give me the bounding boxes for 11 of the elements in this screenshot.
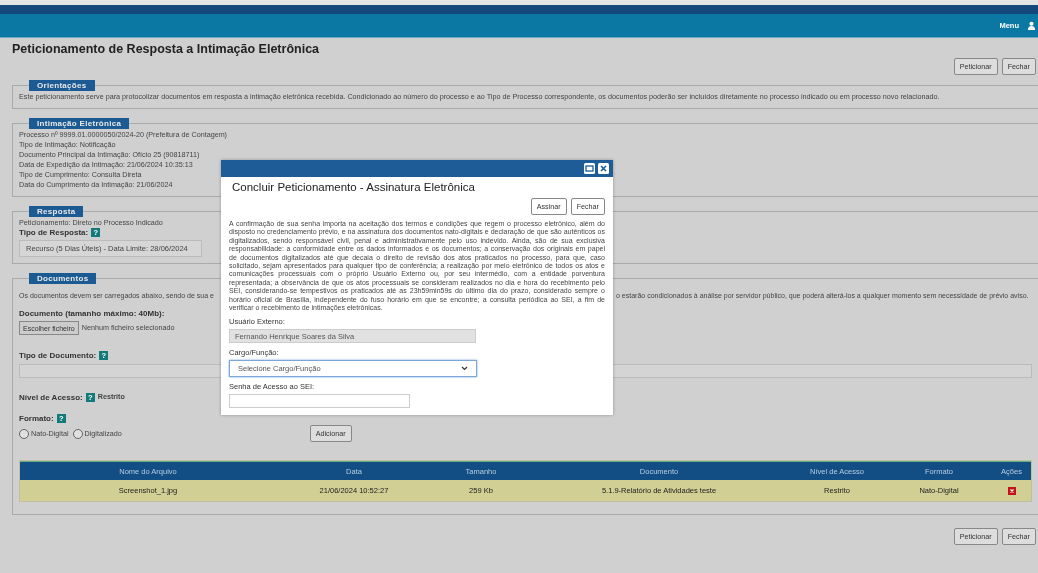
section-legend: Orientações [29,80,95,91]
section-legend: Intimação Eletrônica [29,118,130,129]
field-label: Nível de Acesso: [19,392,83,402]
section-legend: Documentos [29,273,97,284]
page-title: Peticionamento de Resposta a Intimação Eletrônica [12,42,321,58]
field-label: Documento (tamanho máximo: 40Mb): [19,309,165,318]
dialog-title: Concluir Peticionamento - Assinatura Eletrônica [232,181,476,193]
field-label: Tipo de Resposta: [19,228,89,237]
field-label: Tipo de Documento: [19,351,97,360]
section-legend: Resposta [29,206,84,217]
field-label: Formato: [19,414,54,423]
